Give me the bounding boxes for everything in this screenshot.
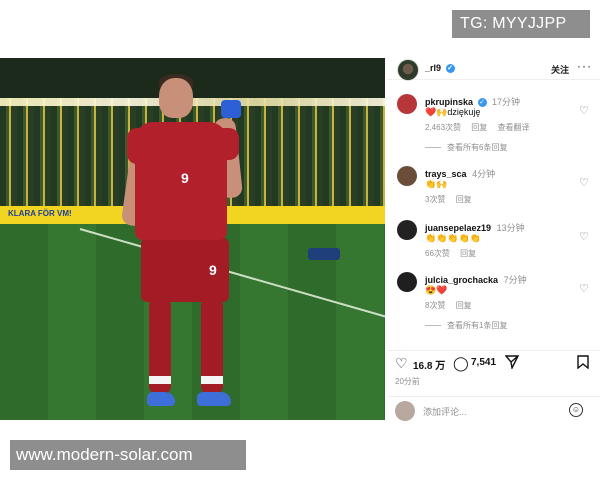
post-side-panel: _rl9 ✓ 关注 ··· pkrupinska ✓ 17分钟 ❤️🙌dzięk… bbox=[387, 58, 600, 421]
commenter-username[interactable]: juansepelaez19 bbox=[425, 223, 491, 233]
commenter-username[interactable]: trays_sca bbox=[425, 169, 467, 179]
comment-like-heart-icon[interactable]: ♡ bbox=[579, 282, 589, 295]
post-header: _rl9 ✓ 关注 ··· bbox=[387, 58, 600, 81]
adboard-text: KLARA FÖR VM! bbox=[8, 209, 72, 218]
author-username-text: _rl9 bbox=[425, 63, 442, 73]
player-figure: 9 9 bbox=[120, 70, 265, 420]
author-username[interactable]: _rl9 ✓ bbox=[425, 63, 455, 74]
sock-stripe bbox=[149, 376, 171, 384]
player-head bbox=[159, 78, 193, 118]
comment-likes[interactable]: 66次赞 bbox=[425, 249, 450, 258]
follow-button[interactable]: 关注 bbox=[551, 63, 569, 76]
comment-time: 13分钟 bbox=[496, 223, 525, 233]
commenter-avatar[interactable] bbox=[397, 272, 417, 292]
player-boot bbox=[147, 392, 175, 406]
shirt-number: 9 bbox=[181, 170, 189, 186]
comment-like-heart-icon[interactable]: ♡ bbox=[579, 104, 589, 117]
sock-stripe bbox=[201, 376, 223, 384]
view-replies-button[interactable]: 查看所有6条回复 bbox=[425, 142, 507, 153]
instagram-post: KLARA FÖR VM! 9 9 _rl9 ✓ 关注 ··· pkrupins… bbox=[0, 58, 600, 421]
commenter-avatar[interactable] bbox=[397, 94, 417, 114]
comment-likes[interactable]: 8次赞 bbox=[425, 301, 445, 310]
commenter-avatar[interactable] bbox=[397, 166, 417, 186]
comment-likes[interactable]: 2,463次赞 bbox=[425, 123, 461, 132]
player-sleeve bbox=[127, 128, 153, 164]
more-options-icon[interactable]: ··· bbox=[577, 59, 592, 73]
viewer-avatar bbox=[395, 401, 415, 421]
comment-meta: 2,463次赞 回复 查看翻译 bbox=[425, 122, 538, 133]
comment-reply-button[interactable]: 回复 bbox=[460, 249, 476, 258]
comment-text: 👏👏👏👏👏 bbox=[425, 233, 482, 243]
comment-bubble-icon[interactable]: ◯ bbox=[453, 355, 469, 372]
comment-reply-button[interactable]: 回复 bbox=[456, 195, 472, 204]
like-heart-icon[interactable]: ♡ bbox=[395, 355, 408, 372]
watermark-top: TG: MYYJJPP bbox=[452, 10, 590, 38]
emoji-icon[interactable]: ☺ bbox=[569, 403, 583, 417]
comment-likes[interactable]: 3次赞 bbox=[425, 195, 445, 204]
comment-reply-button[interactable]: 回复 bbox=[471, 123, 487, 132]
comments-count: 7,541 bbox=[471, 357, 497, 368]
commenter-username[interactable]: julcia_grochacka bbox=[425, 275, 498, 285]
comment-text: 😍❤️ bbox=[425, 285, 448, 295]
verified-badge-icon: ✓ bbox=[477, 98, 487, 108]
player-sleeve bbox=[213, 128, 239, 160]
view-replies-button[interactable]: 查看所有1条回复 bbox=[425, 320, 507, 331]
author-avatar[interactable] bbox=[397, 59, 419, 81]
commenter-username[interactable]: pkrupinska bbox=[425, 97, 473, 107]
comment-meta: 3次赞 回复 bbox=[425, 194, 480, 205]
pitch-bag bbox=[308, 248, 340, 260]
comment-composer: 添加评论... ☺ bbox=[387, 396, 600, 421]
comment-reply-button[interactable]: 回复 bbox=[456, 301, 472, 310]
comment-like-heart-icon[interactable]: ♡ bbox=[579, 230, 589, 243]
captain-armband bbox=[221, 100, 241, 118]
comment-time: 4分钟 bbox=[472, 169, 496, 179]
post-actions-bar: ♡ 16.8 万 ◯ 7,541 bbox=[387, 350, 600, 374]
player-boot bbox=[197, 392, 231, 406]
likes-count: 16.8 万 bbox=[413, 361, 446, 372]
watermark-bottom: www.modern-solar.com bbox=[10, 440, 246, 470]
share-send-icon[interactable] bbox=[504, 355, 520, 372]
comment-text: 👏🙌 bbox=[425, 179, 448, 189]
verified-badge-icon: ✓ bbox=[445, 64, 455, 74]
comment-translate-button[interactable]: 查看翻译 bbox=[498, 123, 530, 132]
bookmark-icon[interactable] bbox=[577, 355, 589, 372]
comment-meta: 66次赞 回复 bbox=[425, 248, 484, 259]
commenter-avatar[interactable] bbox=[397, 220, 417, 240]
comment-time: 7分钟 bbox=[503, 275, 527, 285]
post-time-ago: 20分前 bbox=[395, 377, 420, 386]
comment-meta: 8次赞 回复 bbox=[425, 300, 480, 311]
comment-input[interactable]: 添加评论... bbox=[423, 405, 467, 418]
comment-text: ❤️🙌dziękuję bbox=[425, 107, 481, 117]
shorts-number: 9 bbox=[209, 262, 217, 278]
comment-time: 17分钟 bbox=[492, 97, 521, 107]
post-photo[interactable]: KLARA FÖR VM! 9 9 bbox=[0, 58, 385, 420]
comment-like-heart-icon[interactable]: ♡ bbox=[579, 176, 589, 189]
